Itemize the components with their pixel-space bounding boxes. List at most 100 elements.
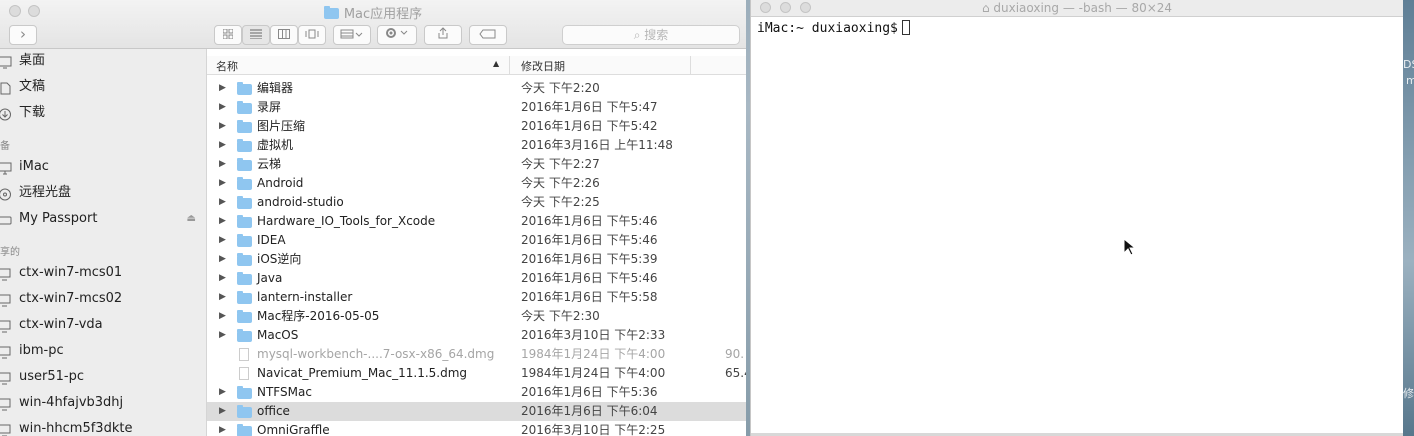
list-item[interactable]: ▶ Hardware_IO_Tools_for_Xcode 2016年1月6日 下午…: [207, 212, 746, 231]
disclosure-triangle-icon[interactable]: ▶: [219, 269, 226, 288]
disclosure-triangle-icon[interactable]: ▶: [219, 174, 226, 193]
drive-icon: [0, 216, 12, 225]
view-coverflow-button[interactable]: [298, 25, 326, 45]
disclosure-triangle-icon[interactable]: ▶: [219, 98, 226, 117]
sidebar-item[interactable]: ibm-pc: [0, 339, 206, 363]
list-item[interactable]: ▶ Mac程序-2016-05-05 今天 下午2:30: [207, 307, 746, 326]
disclosure-triangle-icon[interactable]: ▶: [219, 288, 226, 307]
sidebar-item[interactable]: 文稿: [0, 75, 206, 99]
sidebar-item-label: 远程光盘: [19, 185, 72, 200]
sidebar-item[interactable]: 远程光盘: [0, 181, 206, 205]
disclosure-triangle-icon[interactable]: ▶: [219, 193, 226, 212]
file-name: android-studio: [257, 195, 344, 209]
sidebar-item-icon: [0, 370, 12, 385]
arrange-button[interactable]: [333, 25, 371, 45]
file-list: 名称 ▲ 修改日期 ▶ 编辑器 今天 下午2:20 ▶ 录屏 2016年1月6日 下午5:…: [207, 49, 746, 436]
disclosure-triangle-icon[interactable]: ▶: [219, 79, 226, 98]
desktop-label: DS: [1403, 58, 1414, 71]
pc-icon: [0, 424, 11, 436]
sidebar-item[interactable]: win-4hfajvb3dhj: [0, 391, 206, 415]
forward-button[interactable]: ›: [9, 25, 37, 45]
disclosure-triangle-icon[interactable]: ▶: [219, 402, 226, 421]
disclosure-triangle-icon[interactable]: ▶: [219, 383, 226, 402]
tag-button[interactable]: [469, 25, 507, 45]
disclosure-triangle-icon[interactable]: ▶: [219, 421, 226, 436]
sidebar-item-icon: [0, 422, 12, 436]
column-divider[interactable]: [690, 56, 691, 74]
list-item[interactable]: ▶ 虚拟机 2016年3月16日 上午11:48: [207, 136, 746, 155]
list-item[interactable]: ▶ 录屏 2016年1月6日 下午5:47: [207, 98, 746, 117]
sidebar-item[interactable]: win-hhcm5f3dkte: [0, 417, 206, 436]
list-item[interactable]: ▶ Android 今天 下午2:26: [207, 174, 746, 193]
list-item[interactable]: ▶ NTFSMac 2016年1月6日 下午5:36: [207, 383, 746, 402]
column-divider[interactable]: [509, 56, 510, 74]
view-icons-button[interactable]: [214, 25, 242, 45]
view-columns-button[interactable]: [270, 25, 298, 45]
disclosure-triangle-icon[interactable]: ▶: [219, 155, 226, 174]
disclosure-triangle-icon[interactable]: ▶: [219, 212, 226, 231]
file-date: 1984年1月24日 下午4:00: [521, 347, 666, 361]
minimize-button[interactable]: [780, 2, 791, 13]
file-date: 2016年1月6日 下午5:47: [521, 100, 658, 114]
terminal-window: ⌂ duxiaoxing — -bash — 80×24 iMac:~ duxi…: [750, 0, 1403, 436]
disclosure-triangle-icon[interactable]: ▶: [219, 250, 226, 269]
eject-icon[interactable]: ⏏: [187, 207, 196, 231]
sidebar-item[interactable]: iMac: [0, 155, 206, 179]
share-button[interactable]: [424, 25, 462, 45]
disclosure-triangle-icon[interactable]: ▶: [219, 326, 226, 345]
sidebar-item[interactable]: ctx-win7-vda: [0, 313, 206, 337]
disclosure-triangle-icon[interactable]: ▶: [219, 136, 226, 155]
share-icon: [438, 27, 448, 39]
list-item[interactable]: mysql-workbench-....7-osx-x86_64.dmg 1984…: [207, 345, 746, 364]
sidebar-item-label: win-hhcm5f3dkte: [19, 421, 133, 436]
list-item[interactable]: ▶ 云梯 今天 下午2:27: [207, 155, 746, 174]
folder-icon: [237, 405, 252, 418]
sidebar-item[interactable]: My Passport ⏏: [0, 207, 206, 231]
file-name: Android: [257, 176, 304, 190]
terminal-prompt-line[interactable]: iMac:~ duxiaoxing$: [757, 20, 910, 36]
list-item[interactable]: ▶ 编辑器 今天 下午2:20: [207, 79, 746, 98]
disk-image-icon: [239, 367, 249, 380]
column-name-header[interactable]: 名称: [216, 58, 238, 74]
column-date-header[interactable]: 修改日期: [521, 58, 565, 74]
list-item[interactable]: ▶ lantern-installer 2016年1月6日 下午5:58: [207, 288, 746, 307]
sidebar-item-label: user51-pc: [19, 369, 84, 384]
disclosure-triangle-icon[interactable]: ▶: [219, 231, 226, 250]
list-item[interactable]: ▶ office 2016年1月6日 下午6:04: [207, 402, 746, 421]
list-item[interactable]: ▶ iOS逆向 2016年1月6日 下午5:39: [207, 250, 746, 269]
file-name: mysql-workbench-....7-osx-x86_64.dmg: [257, 347, 495, 361]
home-icon: ⌂: [981, 1, 990, 15]
disc-icon: [0, 188, 11, 201]
action-button[interactable]: [377, 25, 417, 45]
disclosure-triangle-icon[interactable]: ▶: [219, 117, 226, 136]
terminal-titlebar: ⌂ duxiaoxing — -bash — 80×24: [751, 0, 1403, 17]
search-icon: ⌕: [633, 28, 641, 42]
sidebar-item[interactable]: ctx-win7-mcs02: [0, 287, 206, 311]
close-button[interactable]: [760, 2, 771, 13]
list-item[interactable]: ▶ OmniGraffle 2016年3月10日 下午2:25: [207, 421, 746, 436]
sidebar-item[interactable]: ctx-win7-mcs01: [0, 261, 206, 285]
file-size: 65.4: [725, 366, 746, 380]
sidebar-item-label: ctx-win7-vda: [19, 317, 103, 332]
list-item[interactable]: ▶ 图片压缩 2016年1月6日 下午5:42: [207, 117, 746, 136]
list-item[interactable]: ▶ MacOS 2016年3月10日 下午2:33: [207, 326, 746, 345]
sidebar-item[interactable]: 桌面: [0, 49, 206, 73]
gear-icon: [386, 28, 408, 38]
sidebar-item-icon: [0, 54, 12, 69]
sidebar-item[interactable]: user51-pc: [0, 365, 206, 389]
file-name: Mac程序-2016-05-05: [257, 309, 380, 323]
sidebar-item-icon: [0, 80, 12, 95]
search-field[interactable]: ⌕ 搜索: [562, 25, 740, 45]
disclosure-triangle-icon[interactable]: ▶: [219, 307, 226, 326]
window-title-text: Mac应用程序: [343, 7, 423, 22]
file-date: 1984年1月24日 下午4:00: [521, 366, 666, 380]
sidebar: 桌面 文稿 下载备 iMac 远程光盘 My Passport ⏏ 享的 ctx-win7-mc…: [0, 49, 207, 436]
sidebar-item-icon: [0, 106, 12, 121]
zoom-button[interactable]: [800, 2, 811, 13]
list-item[interactable]: ▶ Java 2016年1月6日 下午5:46: [207, 269, 746, 288]
list-item[interactable]: Navicat_Premium_Mac_11.1.5.dmg 1984年1月24日…: [207, 364, 746, 383]
view-list-button[interactable]: [242, 25, 270, 45]
sidebar-item[interactable]: 下载: [0, 101, 206, 125]
list-item[interactable]: ▶ IDEA 2016年1月6日 下午5:46: [207, 231, 746, 250]
list-item[interactable]: ▶ android-studio 今天 下午2:25: [207, 193, 746, 212]
